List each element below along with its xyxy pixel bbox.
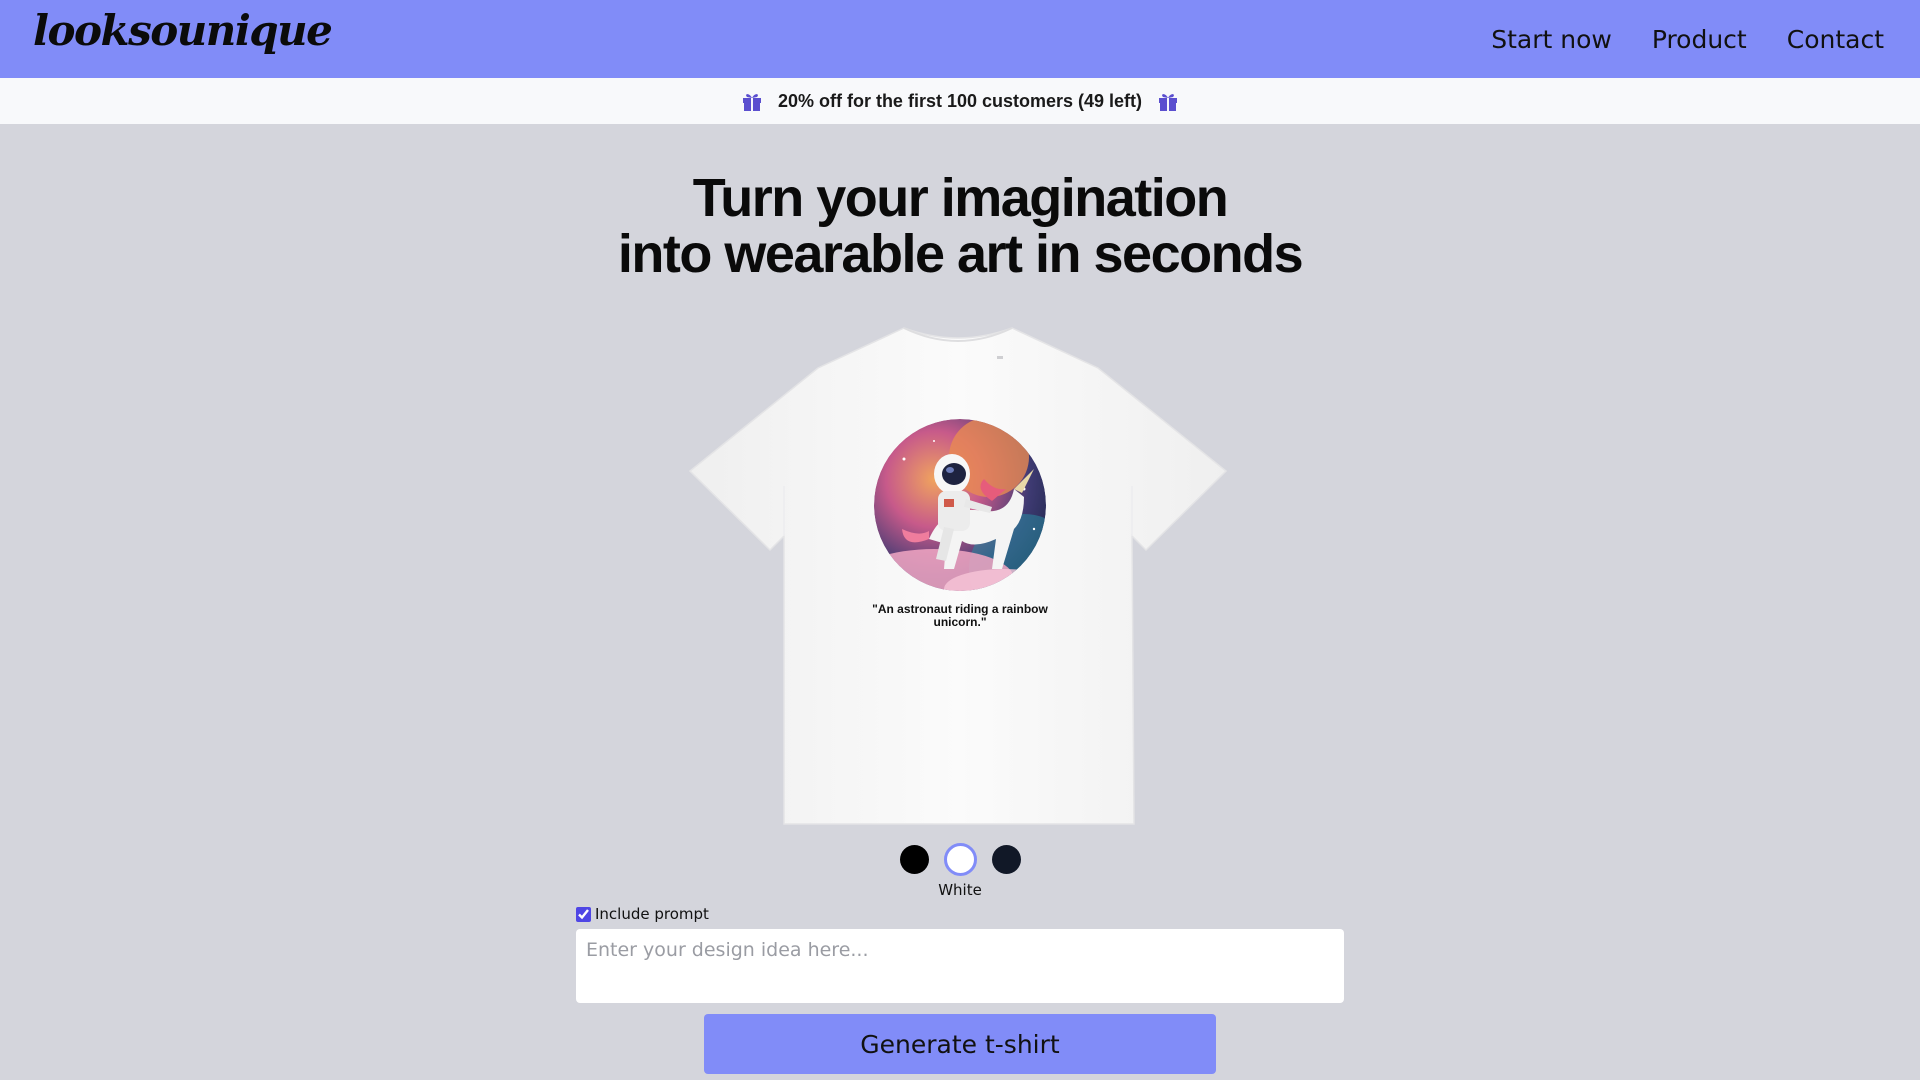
- nav-product[interactable]: Product: [1652, 25, 1747, 54]
- design-artwork: [874, 419, 1046, 591]
- nav-contact[interactable]: Contact: [1787, 25, 1884, 54]
- promo-text: 20% off for the first 100 customers (49 …: [777, 90, 1143, 111]
- navbar: looksounique Start now Product Contact: [0, 0, 1920, 78]
- color-swatches: [0, 843, 1920, 876]
- design-caption: "An astronaut riding a rainbow unicorn.": [872, 602, 1048, 629]
- include-prompt-checkbox[interactable]: [576, 906, 591, 922]
- swatch-white[interactable]: [943, 843, 977, 876]
- include-prompt-row[interactable]: Include prompt: [576, 905, 709, 923]
- brand-logo[interactable]: looksounique: [33, 6, 333, 55]
- include-prompt-label: Include prompt: [595, 905, 709, 923]
- hero-headline: Turn your imagination into wearable art …: [0, 170, 1920, 282]
- hero-line-1: Turn your imagination: [692, 168, 1229, 228]
- swatch-black[interactable]: [899, 845, 929, 874]
- nav-start-now[interactable]: Start now: [1491, 25, 1612, 54]
- hero-line-2: into wearable art in seconds: [617, 224, 1304, 284]
- design-idea-input[interactable]: [576, 929, 1344, 1003]
- generate-tshirt-button[interactable]: Generate t-shirt: [704, 1014, 1216, 1074]
- promo-banner: 20% off for the first 100 customers (49 …: [0, 78, 1920, 124]
- gift-icon: [1159, 94, 1178, 111]
- selected-color-label: White: [938, 881, 982, 899]
- gift-icon: [742, 94, 761, 111]
- swatch-navy[interactable]: [991, 845, 1021, 874]
- main-nav: Start now Product Contact: [1491, 0, 1884, 78]
